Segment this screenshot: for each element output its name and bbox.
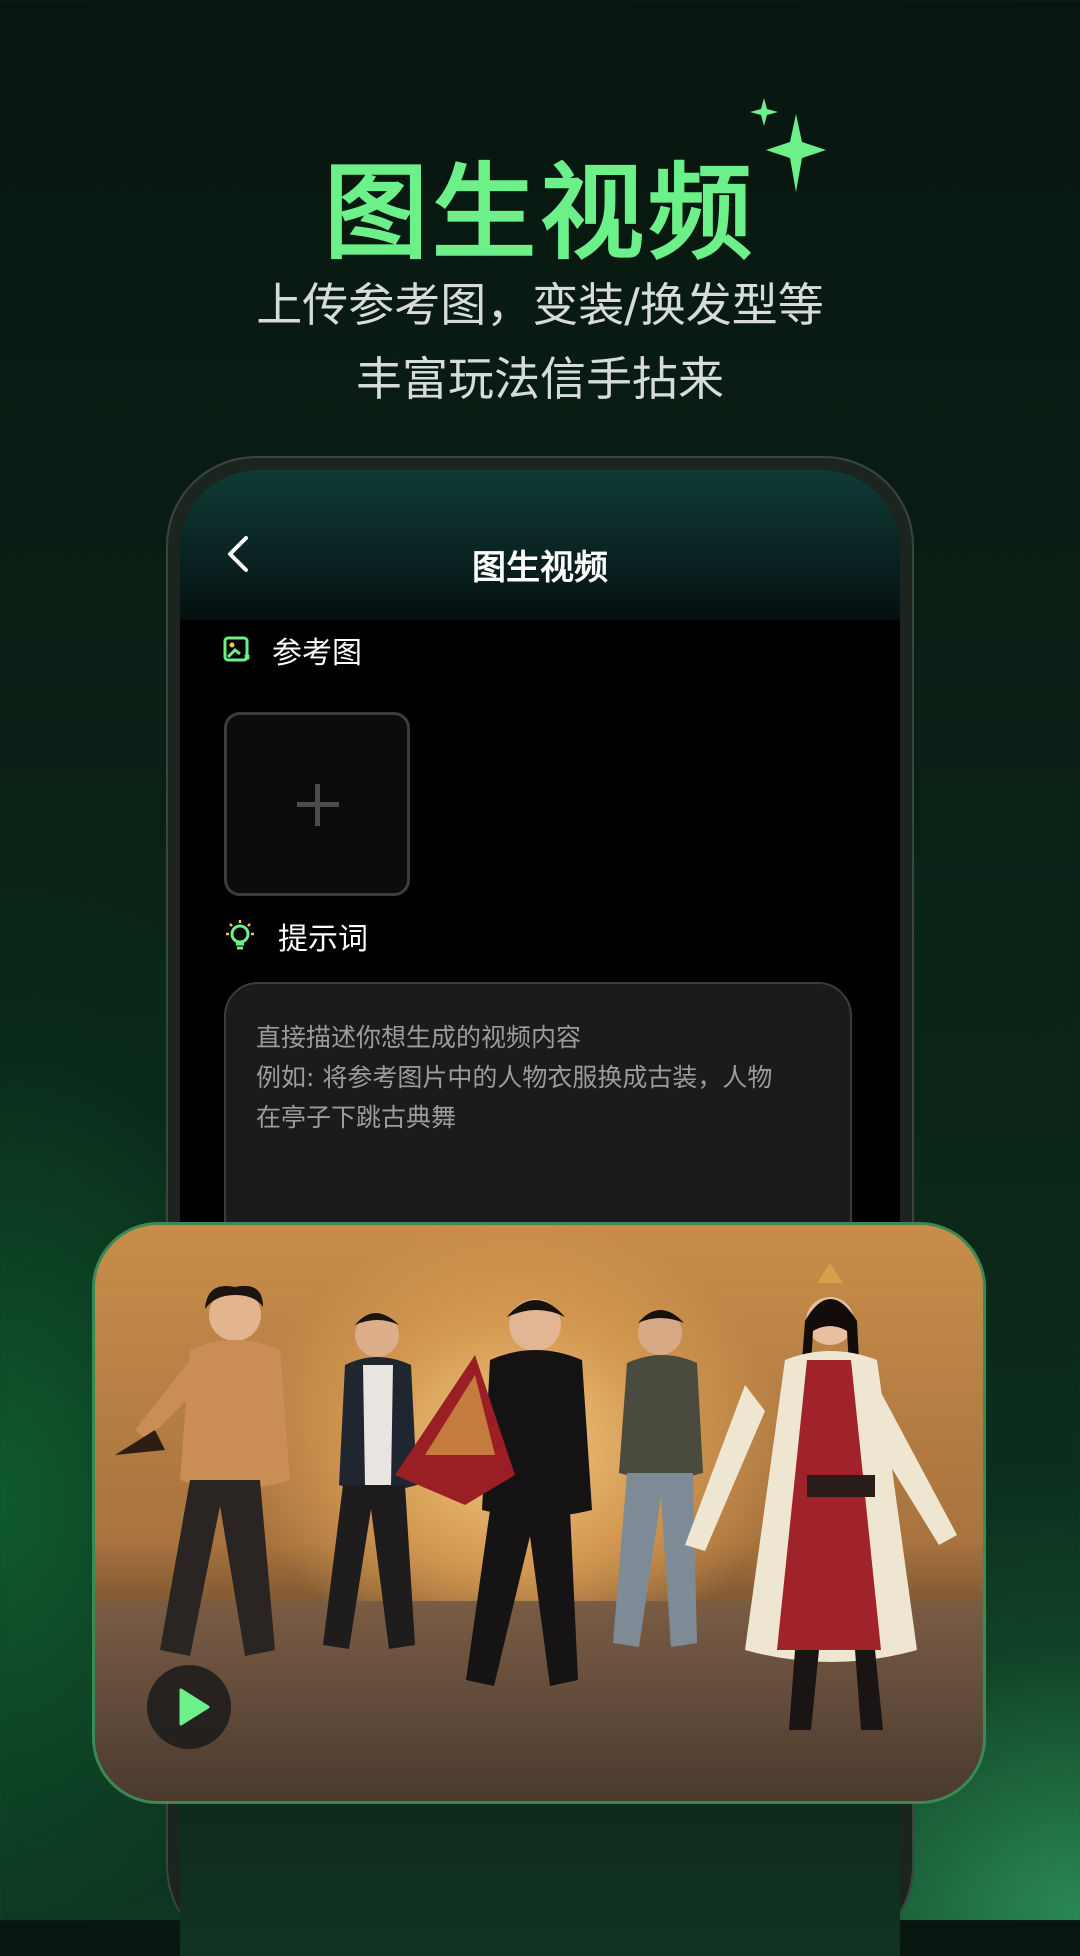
prompt-label: 提示词 — [278, 922, 368, 957]
upload-image-button[interactable] — [224, 712, 410, 896]
hero-subtitle-line1: 上传参考图，变装/换发型等 — [256, 278, 824, 332]
prompt-placeholder-line2: 例如: 将参考图片中的人物衣服换成古装，人物 — [256, 1063, 773, 1092]
hero-subtitle: 上传参考图，变装/换发型等 丰富玩法信手拈来 — [0, 268, 1080, 416]
lightbulb-icon — [226, 920, 254, 950]
prompt-placeholder-line3: 在亭子下跳古典舞 — [256, 1103, 457, 1132]
hero-title: 图生视频 — [323, 152, 756, 274]
reference-section-header: 参考图 — [222, 628, 362, 672]
screen-header: 图生视频 — [180, 470, 900, 620]
sparkle-icon — [750, 98, 826, 192]
prompt-placeholder-line1: 直接描述你想生成的视频内容 — [256, 1023, 582, 1052]
play-button[interactable] — [147, 1665, 231, 1749]
screen-title: 图生视频 — [472, 548, 608, 588]
reference-label: 参考图 — [272, 636, 362, 671]
sample-video-preview[interactable] — [92, 1222, 986, 1804]
image-icon — [223, 636, 250, 662]
play-icon — [179, 1688, 210, 1726]
prompt-section-header: 提示词 — [222, 914, 368, 958]
hero-subtitle-line2: 丰富玩法信手拈来 — [356, 352, 724, 406]
